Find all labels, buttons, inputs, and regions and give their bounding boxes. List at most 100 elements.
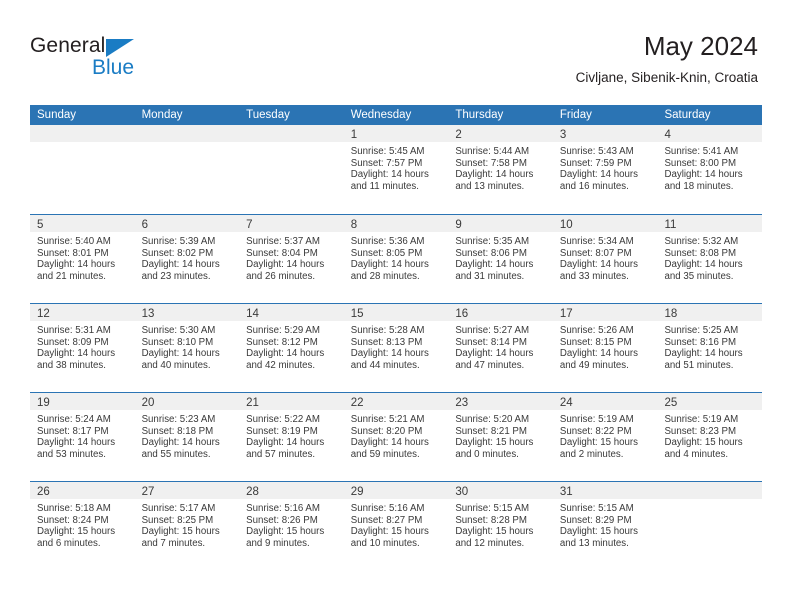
sunrise-time: Sunrise: 5:32 AM (664, 236, 739, 247)
daylight-duration-line2: and 4 minutes. (664, 448, 729, 460)
sunset-time: Sunset: 8:26 PM (246, 514, 318, 526)
dow-monday: Monday (141, 109, 183, 121)
day-number: 28 (246, 486, 259, 498)
day-number: 17 (559, 308, 573, 320)
daylight-duration-line2: and 11 minutes. (350, 180, 419, 192)
calendar-day-cell[interactable]: 5 Sunrise: 5:40 AM Sunset: 8:01 PM Daylight… (30, 215, 135, 303)
day-sun-info: Sunrise: 5:16 AM Sunset: 8:26 PM Daylight:… (239, 499, 344, 549)
calendar-day-cell[interactable]: 10 Sunrise: 5:34 AM Sunset: 8:07 PM Dayligh… (552, 215, 658, 303)
day-number-band: 18 (657, 304, 763, 321)
calendar-day-cell[interactable]: 11 Sunrise: 5:32 AM Sunset: 8:08 PM Dayligh… (657, 215, 763, 303)
day-sun-info: Sunrise: 5:22 AM Sunset: 8:19 PM Daylight:… (239, 410, 344, 460)
sunset-time: Sunset: 8:16 PM (664, 336, 737, 348)
daylight-duration-line2: and 42 minutes. (246, 359, 316, 371)
sunrise-time: Sunrise: 5:20 AM (455, 414, 530, 425)
sunset-time: Sunset: 8:14 PM (455, 336, 527, 348)
calendar-day-cell[interactable]: 2 Sunrise: 5:44 AM Sunset: 7:58 PM Daylight… (448, 125, 553, 214)
daylight-duration-line1: Daylight: 14 hours (350, 169, 429, 181)
day-number-band: 14 (239, 304, 344, 321)
calendar-day-cell[interactable]: 4 Sunrise: 5:41 AM Sunset: 8:00 PM Daylight… (657, 125, 763, 214)
calendar-day-cell[interactable]: 28 Sunrise: 5:16 AM Sunset: 8:26 PM Dayligh… (239, 482, 344, 570)
day-sun-info: Sunrise: 5:20 AM Sunset: 8:21 PM Daylight:… (448, 410, 553, 460)
calendar-day-cell[interactable]: 21 Sunrise: 5:22 AM Sunset: 8:19 PM Dayligh… (239, 393, 344, 481)
day-sun-info: Sunrise: 5:40 AM Sunset: 8:01 PM Daylight:… (30, 232, 135, 282)
calendar-day-cell[interactable]: 8 Sunrise: 5:36 AM Sunset: 8:05 PM Daylight… (343, 215, 449, 303)
calendar-day-cell[interactable]: 12 Sunrise: 5:31 AM Sunset: 8:09 PM Dayligh… (30, 304, 135, 392)
calendar-day-cell[interactable]: 19 Sunrise: 5:24 AM Sunset: 8:17 PM Dayligh… (30, 393, 135, 481)
calendar-day-cell[interactable]: 18 Sunrise: 5:25 AM Sunset: 8:16 PM Dayligh… (657, 304, 763, 392)
calendar-day-cell[interactable]: 1 Sunrise: 5:45 AM Sunset: 7:57 PM Daylight… (343, 125, 449, 214)
sunrise-time: Sunrise: 5:39 AM (141, 236, 216, 247)
daylight-duration-line2: and 53 minutes. (37, 448, 106, 460)
day-number: 23 (455, 397, 469, 409)
sunrise-time: Sunrise: 5:19 AM (664, 414, 739, 425)
day-number: 26 (37, 486, 50, 498)
day-sun-info: Sunrise: 5:44 AM Sunset: 7:58 PM Daylight:… (448, 142, 553, 192)
sunrise-time: Sunrise: 5:24 AM (37, 414, 111, 425)
sunset-time: Sunset: 8:07 PM (559, 247, 632, 259)
general-blue-logo[interactable]: General Blue (30, 34, 210, 86)
daylight-duration-line2: and 12 minutes. (455, 537, 525, 549)
sunset-time: Sunset: 8:06 PM (455, 247, 527, 259)
sunset-time: Sunset: 8:27 PM (350, 514, 423, 526)
calendar-day-cell[interactable]: 15 Sunrise: 5:28 AM Sunset: 8:13 PM Dayligh… (343, 304, 449, 392)
calendar-day-cell[interactable]: 24 Sunrise: 5:19 AM Sunset: 8:22 PM Dayligh… (552, 393, 658, 481)
sunset-time: Sunset: 8:17 PM (37, 425, 109, 437)
dow-saturday: Saturday (664, 109, 711, 121)
daylight-duration-line1: Daylight: 15 hours (141, 526, 220, 538)
calendar-day-cell[interactable]: 7 Sunrise: 5:37 AM Sunset: 8:04 PM Daylight… (239, 215, 344, 303)
day-number: 4 (664, 129, 671, 141)
day-number: 11 (664, 219, 677, 231)
daylight-duration-line2: and 33 minutes. (559, 270, 629, 282)
day-of-week-header: Sunday Monday Tuesday Wednesday Thursday… (30, 105, 762, 125)
calendar-day-cell[interactable]: 29 Sunrise: 5:16 AM Sunset: 8:27 PM Dayligh… (343, 482, 449, 570)
calendar-day-cell[interactable]: 14 Sunrise: 5:29 AM Sunset: 8:12 PM Dayligh… (239, 304, 344, 392)
day-number-band: 24 (552, 393, 658, 410)
daylight-duration-line2: and 2 minutes. (559, 448, 624, 460)
calendar-day-cell[interactable]: 25 Sunrise: 5:19 AM Sunset: 8:23 PM Dayligh… (657, 393, 763, 481)
sunrise-time: Sunrise: 5:36 AM (350, 236, 425, 247)
day-number-band: 10 (552, 215, 658, 232)
sunrise-time: Sunrise: 5:35 AM (455, 236, 530, 247)
calendar-day-cell[interactable]: 23 Sunrise: 5:20 AM Sunset: 8:21 PM Dayligh… (448, 393, 553, 481)
sunrise-time: Sunrise: 5:37 AM (246, 236, 320, 247)
calendar-day-cell[interactable]: 6 Sunrise: 5:39 AM Sunset: 8:02 PM Daylight… (134, 215, 240, 303)
sunrise-time: Sunrise: 5:26 AM (559, 325, 634, 336)
sunset-time: Sunset: 8:02 PM (141, 247, 214, 259)
sunrise-time: Sunrise: 5:40 AM (37, 236, 111, 247)
day-number-band: 5 (30, 215, 135, 232)
calendar-day-cell[interactable]: 27 Sunrise: 5:17 AM Sunset: 8:25 PM Dayligh… (134, 482, 240, 570)
day-sun-info: Sunrise: 5:23 AM Sunset: 8:18 PM Daylight:… (135, 410, 240, 460)
day-number-band: 2 (448, 125, 553, 142)
daylight-duration-line2: and 21 minutes. (37, 270, 106, 282)
day-number: 6 (141, 219, 148, 231)
calendar-day-cell-empty (134, 125, 240, 214)
day-number: 14 (246, 308, 259, 320)
calendar-day-cell[interactable]: 16 Sunrise: 5:27 AM Sunset: 8:14 PM Dayligh… (448, 304, 553, 392)
calendar-day-cell[interactable]: 26 Sunrise: 5:18 AM Sunset: 8:24 PM Dayligh… (30, 482, 135, 570)
daylight-duration-line1: Daylight: 15 hours (455, 437, 534, 449)
calendar-day-cell[interactable]: 17 Sunrise: 5:26 AM Sunset: 8:15 PM Dayligh… (552, 304, 658, 392)
day-number-band: 19 (30, 393, 135, 410)
daylight-duration-line1: Daylight: 14 hours (141, 259, 220, 271)
calendar-day-cell[interactable]: 30 Sunrise: 5:15 AM Sunset: 8:28 PM Dayligh… (448, 482, 553, 570)
daylight-duration-line2: and 55 minutes. (141, 448, 211, 460)
daylight-duration-line1: Daylight: 14 hours (559, 169, 638, 181)
calendar-day-cell[interactable]: 20 Sunrise: 5:23 AM Sunset: 8:18 PM Dayligh… (134, 393, 240, 481)
day-number: 27 (141, 486, 155, 498)
dow-thursday: Thursday (455, 109, 504, 121)
sunset-time: Sunset: 8:24 PM (37, 514, 109, 526)
dow-tuesday: Tuesday (246, 109, 290, 121)
sunset-time: Sunset: 8:12 PM (246, 336, 318, 348)
day-sun-info: Sunrise: 5:36 AM Sunset: 8:05 PM Daylight:… (344, 232, 449, 282)
calendar-day-cell[interactable]: 31 Sunrise: 5:15 AM Sunset: 8:29 PM Dayligh… (552, 482, 658, 570)
daylight-duration-line2: and 7 minutes. (141, 537, 206, 549)
calendar-day-cell[interactable]: 22 Sunrise: 5:21 AM Sunset: 8:20 PM Dayligh… (343, 393, 449, 481)
sunrise-time: Sunrise: 5:27 AM (455, 325, 530, 336)
sunrise-time: Sunrise: 5:21 AM (350, 414, 425, 425)
daylight-duration-line2: and 44 minutes. (350, 359, 420, 371)
calendar-day-cell[interactable]: 13 Sunrise: 5:30 AM Sunset: 8:10 PM Dayligh… (134, 304, 240, 392)
calendar-day-cell[interactable]: 3 Sunrise: 5:43 AM Sunset: 7:59 PM Daylight… (552, 125, 658, 214)
daylight-duration-line1: Daylight: 15 hours (559, 437, 638, 449)
calendar-day-cell[interactable]: 9 Sunrise: 5:35 AM Sunset: 8:06 PM Daylight… (448, 215, 553, 303)
